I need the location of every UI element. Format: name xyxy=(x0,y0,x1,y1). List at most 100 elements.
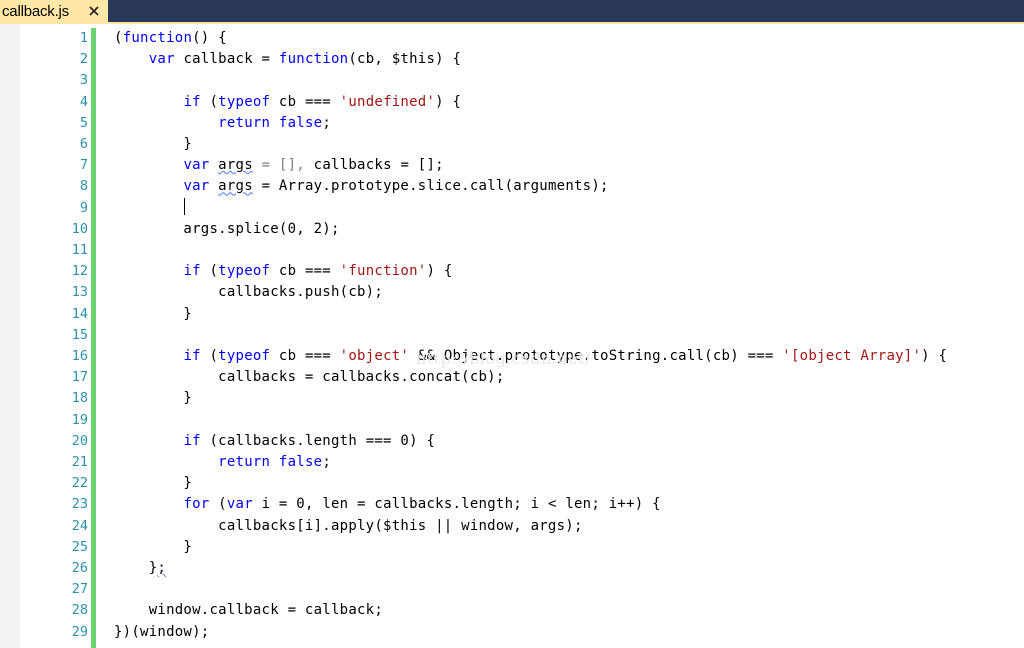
code-line[interactable]: var args = [], callbacks = []; xyxy=(114,155,444,176)
string-token: '[object Array]' xyxy=(782,348,922,364)
code-line[interactable]: var callback = function(cb, $this) { xyxy=(114,49,461,70)
keyword-token: if xyxy=(183,93,201,110)
code-line[interactable]: } xyxy=(114,537,192,558)
line-number: 29 xyxy=(71,623,88,640)
line-number: 16 xyxy=(71,348,88,364)
code-line[interactable]: } xyxy=(114,304,192,325)
code-token: cb === xyxy=(270,263,340,280)
line-number: 12 xyxy=(71,263,88,280)
keyword-token: var xyxy=(226,496,253,513)
line-number: 8 xyxy=(79,178,88,195)
line-number: 4 xyxy=(79,93,88,110)
code-token: } xyxy=(114,305,193,322)
code-token: cb === xyxy=(270,348,340,364)
line-number: 9 xyxy=(79,199,88,216)
close-icon[interactable] xyxy=(86,3,102,19)
line-number: 23 xyxy=(71,496,88,513)
code-line[interactable]: }; xyxy=(114,558,166,579)
line-number: 24 xyxy=(71,517,88,534)
line-number: 7 xyxy=(79,157,88,174)
code-line[interactable]: (function() { xyxy=(114,28,227,49)
watermark: http://blog.csdn.net/ xyxy=(416,349,591,368)
line-number: 28 xyxy=(71,602,88,619)
code-token: callbacks = []; xyxy=(313,157,444,174)
code-token: callbacks = callbacks.concat(cb); xyxy=(114,369,505,386)
line-number: 3 xyxy=(79,72,88,89)
code-line[interactable]: return false; xyxy=(114,113,331,134)
code-line[interactable]: for (var i = 0, len = callbacks.length; … xyxy=(114,494,661,515)
code-line[interactable]: callbacks = callbacks.concat(cb); xyxy=(114,367,505,388)
code-token: callback = xyxy=(174,51,279,68)
code-token: ( xyxy=(200,263,219,280)
keyword-token: function xyxy=(278,51,349,68)
keyword-token: var xyxy=(183,178,210,195)
code-editor[interactable]: 1 2 3 4 5 6 7 8 9 10 11 12 13 14 15 16 17 18 19 20 21 22 23 24 2… xyxy=(0,24,1024,648)
code-token: ( xyxy=(114,30,123,46)
string-token: 'function' xyxy=(339,263,427,280)
code-token: callbacks.push(cb); xyxy=(114,284,384,301)
code-token: ) { xyxy=(921,348,948,364)
keyword-token: typeof xyxy=(218,348,271,364)
code-token: ) { xyxy=(426,263,453,280)
code-token: ; xyxy=(322,114,332,131)
keyword-token: var xyxy=(183,157,210,174)
code-token: } xyxy=(114,560,158,576)
code-token: () { xyxy=(192,30,227,46)
code-line[interactable]: args.splice(0, 2); xyxy=(114,219,340,240)
keyword-token: typeof xyxy=(218,263,271,280)
line-number: 18 xyxy=(71,390,88,407)
keyword-token: var xyxy=(148,51,175,68)
selection-margin xyxy=(0,24,20,648)
code-token: })(window); xyxy=(114,623,210,640)
code-token: } xyxy=(114,475,193,492)
code-line[interactable]: if (callbacks.length === 0) { xyxy=(114,431,435,452)
keyword-token: return xyxy=(218,454,271,470)
line-number: 27 xyxy=(71,581,88,598)
code-line[interactable]: return false; xyxy=(114,452,331,473)
code-token: = [], xyxy=(252,157,314,174)
code-token: ( xyxy=(200,93,219,110)
line-number: 17 xyxy=(71,369,88,386)
code-line[interactable]: if (typeof cb === 'function') { xyxy=(114,261,453,282)
document-tab-strip: callback.js xyxy=(0,0,1024,22)
line-number: 13 xyxy=(71,284,88,301)
code-line[interactable]: var args = Array.prototype.slice.call(ar… xyxy=(114,176,609,197)
string-token: 'object' xyxy=(339,348,410,364)
code-line[interactable]: } xyxy=(114,388,192,409)
code-token: i = 0, len = callbacks.length; i < len; … xyxy=(252,496,661,513)
code-token: callbacks[i].apply($this || window, args… xyxy=(114,517,583,534)
code-line[interactable]: window.callback = callback; xyxy=(114,600,383,621)
code-token: cb === xyxy=(270,93,340,110)
keyword-token: function xyxy=(122,30,193,46)
code-line[interactable]: if (typeof cb === 'undefined') { xyxy=(114,92,461,113)
code-line[interactable]: } xyxy=(114,473,192,494)
code-token: ) { xyxy=(435,93,462,110)
line-number: 6 xyxy=(79,136,88,152)
string-token: 'undefined' xyxy=(339,93,436,110)
tab-callback-js[interactable]: callback.js xyxy=(0,0,108,22)
code-line[interactable]: } xyxy=(114,134,192,155)
tab-label: callback.js xyxy=(2,2,69,20)
code-token: = Array.prototype.slice.call(arguments); xyxy=(252,178,609,195)
keyword-token: for xyxy=(183,496,210,513)
code-line[interactable]: callbacks[i].apply($this || window, args… xyxy=(114,516,583,537)
keyword-token: if xyxy=(183,263,201,280)
line-number: 15 xyxy=(71,326,88,343)
code-line[interactable]: })(window); xyxy=(114,622,209,643)
code-line[interactable]: callbacks.push(cb); xyxy=(114,282,383,303)
line-number: 26 xyxy=(71,560,88,576)
keyword-token: return xyxy=(218,114,271,131)
